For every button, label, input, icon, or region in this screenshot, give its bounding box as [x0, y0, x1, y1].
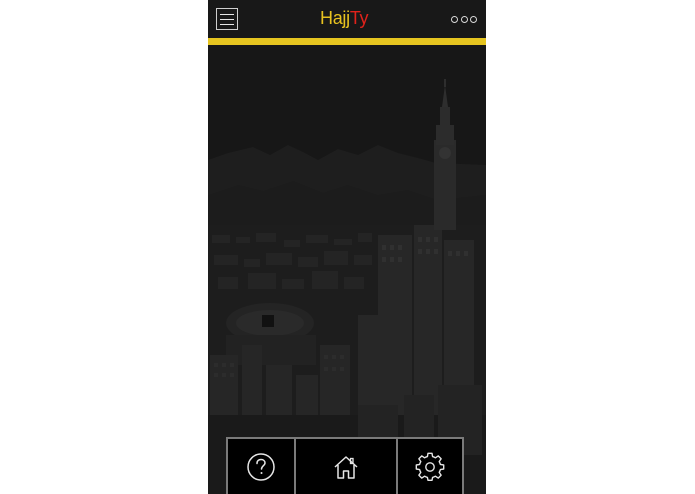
- city-skyline-background-image: [208, 45, 486, 494]
- more-options-icon: [451, 15, 458, 23]
- gear-icon: [415, 452, 445, 481]
- question-mark-icon: [247, 452, 275, 481]
- logo-part-2: Ty: [349, 8, 369, 28]
- hamburger-menu-button[interactable]: [216, 8, 238, 30]
- bottom-tab-bar: [226, 437, 464, 494]
- top-app-bar: HajjTy: [208, 0, 486, 38]
- home-tab[interactable]: [296, 439, 398, 494]
- app-screen: HajjTy: [208, 0, 486, 494]
- more-options-button[interactable]: [451, 14, 477, 24]
- accent-bar: [208, 38, 486, 45]
- home-icon: [334, 455, 358, 479]
- hamburger-menu-icon: [220, 14, 234, 15]
- app-logo: HajjTy: [320, 7, 369, 29]
- settings-tab[interactable]: [398, 439, 462, 494]
- logo-part-1: Hajj: [320, 8, 350, 28]
- help-tab[interactable]: [228, 439, 296, 494]
